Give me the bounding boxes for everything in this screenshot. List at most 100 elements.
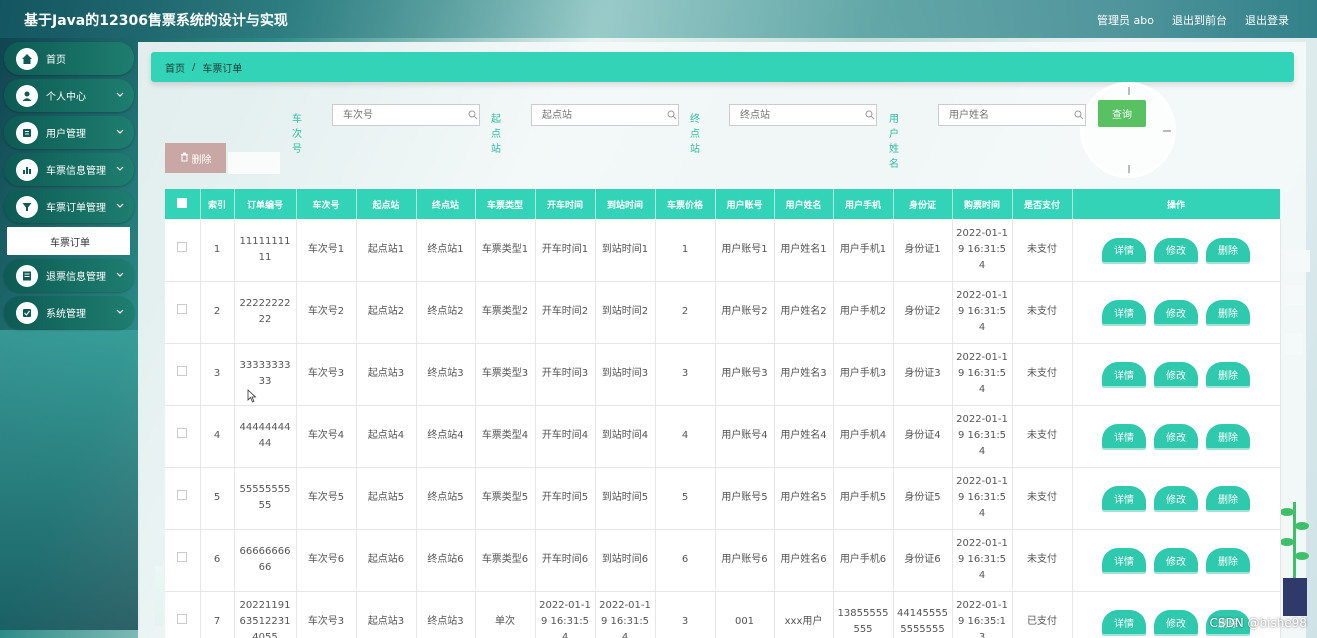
edit-button[interactable]: 修改 xyxy=(1154,362,1198,386)
train-no-input[interactable] xyxy=(332,104,480,126)
select-all-checkbox[interactable] xyxy=(177,197,188,208)
table-cell: 6666666666 xyxy=(234,529,297,592)
edit-button[interactable]: 修改 xyxy=(1154,237,1198,262)
row-select-cell[interactable] xyxy=(165,529,201,592)
chevron-down-icon xyxy=(116,164,124,175)
sidebar-item-ticket-info[interactable]: 车票信息管理 xyxy=(4,153,134,186)
table-cell: 3 xyxy=(200,343,235,406)
table-cell: 2 xyxy=(200,281,235,344)
breadcrumb-home[interactable]: 首页 xyxy=(165,60,185,75)
detail-button[interactable]: 详情 xyxy=(1102,424,1146,448)
exit-to-frontend-link[interactable]: 退出到前台 xyxy=(1172,12,1227,28)
detail-button[interactable]: 详情 xyxy=(1102,548,1146,572)
column-header: 开车时间 xyxy=(535,189,596,219)
row-checkbox[interactable] xyxy=(177,428,188,438)
row-select-cell[interactable] xyxy=(165,405,201,468)
table-cell: 2022-01-19 16:31:54 xyxy=(595,591,656,638)
admin-user-label: 管理员 abo xyxy=(1097,14,1154,27)
edit-button[interactable]: 修改 xyxy=(1154,548,1198,572)
table-cell: 身份证1 xyxy=(893,219,953,282)
sidebar-item-refund-info[interactable]: 退票信息管理 xyxy=(4,259,134,292)
sidebar-item-ticket-orders[interactable]: 车票订单管理 xyxy=(4,190,134,223)
chevron-down-icon xyxy=(116,270,124,281)
user-name-input[interactable] xyxy=(938,104,1086,126)
edit-button[interactable]: 修改 xyxy=(1154,300,1198,324)
sidebar-item-label: 个人中心 xyxy=(46,92,86,103)
detail-button[interactable]: 详情 xyxy=(1102,362,1146,386)
edit-button[interactable]: 修改 xyxy=(1154,610,1198,634)
delete-button[interactable]: 删除 xyxy=(1206,300,1250,324)
sidebar-item-label: 系统管理 xyxy=(46,309,86,320)
table-cell: 2022-01-19 16:31:54 xyxy=(952,467,1013,530)
table-cell: 用户账号1 xyxy=(715,219,775,282)
row-select-cell[interactable] xyxy=(165,281,201,344)
row-actions-cell: 详情 修改 删除 xyxy=(1072,467,1281,530)
row-select-cell[interactable] xyxy=(165,219,201,282)
sidebar-subitem-ticket-order[interactable]: 车票订单 xyxy=(7,227,130,255)
table-cell: 单次 xyxy=(475,591,536,638)
row-checkbox[interactable] xyxy=(177,614,188,624)
table-cell: 车票类型4 xyxy=(475,405,536,468)
sidebar: 首页 个人中心 用户管理 车票信息管理 车票订单管理 车票订单 退票信息管理 系… xyxy=(4,42,134,333)
search-icon xyxy=(667,110,677,123)
row-select-cell[interactable] xyxy=(165,343,201,406)
sidebar-item-user-management[interactable]: 用户管理 xyxy=(4,116,134,149)
detail-button[interactable]: 详情 xyxy=(1102,300,1146,324)
logout-link[interactable]: 退出登录 xyxy=(1245,12,1289,28)
row-checkbox[interactable] xyxy=(177,241,188,252)
delete-button[interactable]: 删除 xyxy=(1206,237,1250,262)
row-actions-cell: 详情 修改 删除 xyxy=(1072,405,1281,468)
top-bar: 基于Java的12306售票系统的设计与实现 管理员 abo 退出到前台 退出登… xyxy=(0,0,1317,38)
delete-button[interactable]: 删除 xyxy=(1206,424,1250,448)
document-icon xyxy=(16,264,38,287)
sidebar-item-personal-center[interactable]: 个人中心 xyxy=(4,79,134,112)
row-checkbox[interactable] xyxy=(177,552,188,562)
table-cell: 终点站3 xyxy=(416,591,476,638)
home-icon xyxy=(16,47,38,70)
orders-table-container: 索引 订单编号 车次号 起点站 终点站 车票类型 开车时间 到站时间 车票价格 … xyxy=(165,189,1281,638)
sidebar-item-label: 用户管理 xyxy=(46,129,86,140)
delete-button[interactable]: 删除 xyxy=(1206,362,1250,386)
query-button[interactable]: 查询 xyxy=(1098,100,1146,127)
row-select-cell[interactable] xyxy=(165,591,201,638)
batch-delete-button[interactable]: 删除 xyxy=(165,143,226,173)
row-actions-cell: 详情 修改 删除 xyxy=(1072,529,1281,592)
table-cell: 2022-01-19 16:35:13 xyxy=(952,591,1013,638)
table-cell: 2022-01-19 16:31:54 xyxy=(952,281,1013,344)
table-cell: 2022-01-19 16:31:54 xyxy=(535,591,596,638)
detail-button[interactable]: 详情 xyxy=(1102,237,1146,262)
table-cell: 用户姓名4 xyxy=(774,405,834,468)
row-select-cell[interactable] xyxy=(165,467,201,530)
delete-button[interactable]: 删除 xyxy=(1206,486,1250,510)
search-label-train-no: 车次号 xyxy=(292,114,302,155)
table-cell: 2022-01-19 16:31:54 xyxy=(952,219,1013,282)
select-all-cell[interactable] xyxy=(165,189,201,219)
table-cell: 用户手机5 xyxy=(833,467,894,530)
table-cell: 终点站5 xyxy=(416,467,476,530)
end-station-input[interactable] xyxy=(729,104,877,126)
column-header: 是否支付 xyxy=(1012,189,1073,219)
table-row: 4 4444444444 车次号4 起点站4 终点站4 车票类型4 开车时间4 到站时间4 4 用… xyxy=(165,405,1281,468)
filter-icon xyxy=(16,195,38,218)
table-cell: 用户姓名6 xyxy=(774,529,834,592)
detail-button[interactable]: 详情 xyxy=(1102,486,1146,510)
search-label-start-station: 起点站 xyxy=(491,114,501,155)
edit-button[interactable]: 修改 xyxy=(1154,424,1198,448)
column-header: 订单编号 xyxy=(234,189,297,219)
table-cell: 5 xyxy=(655,467,716,530)
row-checkbox[interactable] xyxy=(177,490,188,500)
table-cell: 起点站4 xyxy=(356,405,417,468)
table-cell: 用户手机2 xyxy=(833,281,894,344)
delete-button[interactable]: 删除 xyxy=(1206,548,1250,572)
column-header: 起点站 xyxy=(356,189,417,219)
top-links: 管理员 abo 退出到前台 退出登录 xyxy=(1097,12,1289,28)
table-cell: 车票类型2 xyxy=(475,281,536,344)
detail-button[interactable]: 详情 xyxy=(1102,610,1146,634)
edit-button[interactable]: 修改 xyxy=(1154,486,1198,510)
sidebar-item-system-management[interactable]: 系统管理 xyxy=(4,296,134,329)
row-checkbox[interactable] xyxy=(177,366,188,376)
table-cell: 1 xyxy=(200,219,235,282)
row-checkbox[interactable] xyxy=(177,304,188,314)
start-station-input[interactable] xyxy=(531,104,679,126)
sidebar-item-home[interactable]: 首页 xyxy=(4,42,134,75)
